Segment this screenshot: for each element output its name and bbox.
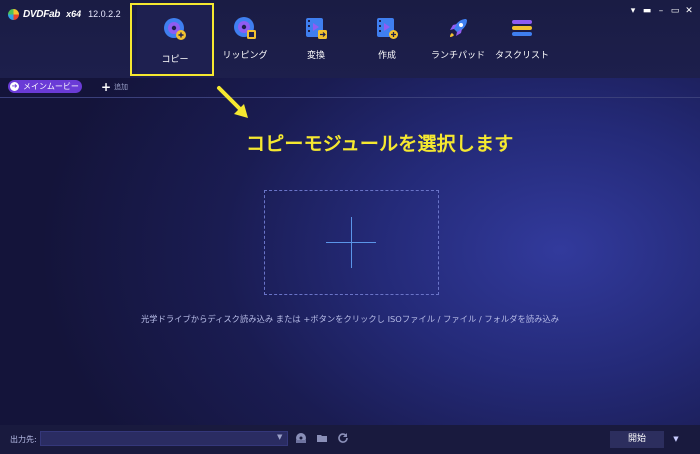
dvdfab-window: DVDFab x64 12.0.2.2 ▾ ▬ – ▭ ✕ コピー リッピング … <box>0 0 700 454</box>
module-tasklist-label: タスクリスト <box>494 51 549 61</box>
app-logo: DVDFab x64 12.0.2.2 <box>8 7 121 21</box>
main-movie-label: メインムービー <box>23 82 79 91</box>
annotation-arrow-icon <box>217 86 248 118</box>
app-version: 12.0.2.2 <box>88 9 121 19</box>
output-label: 出力先: <box>10 435 37 444</box>
add-label: 追加 <box>114 82 129 91</box>
module-copy[interactable]: コピー <box>137 3 213 78</box>
rocket-icon <box>450 19 467 37</box>
chevron-down-icon[interactable]: ▼ <box>277 433 282 441</box>
module-launchpad-label: ランチパッド <box>430 51 485 61</box>
plus-icon: + <box>101 79 112 94</box>
main-movie-button[interactable]: ➜ メインムービー <box>8 80 82 93</box>
iso-icon[interactable] <box>295 432 307 444</box>
module-convert[interactable]: 変換 <box>281 6 351 74</box>
module-ripping-label: リッピング <box>222 51 268 61</box>
drop-zone[interactable] <box>264 190 439 295</box>
arrow-right-icon: ➜ <box>10 82 19 91</box>
module-ripping[interactable]: リッピング <box>210 6 280 74</box>
add-button[interactable]: + 追加 <box>101 80 128 93</box>
chevron-down-icon[interactable]: ▼ <box>668 431 684 448</box>
film-convert-icon <box>306 18 327 39</box>
menu-icon[interactable]: ▾ <box>628 6 638 16</box>
app-arch: x64 <box>66 9 82 19</box>
module-create-label: 作成 <box>377 51 396 61</box>
folder-icon[interactable] <box>316 432 328 444</box>
drop-plus-icon-vertical <box>351 217 352 268</box>
disc-copy-icon <box>164 18 186 40</box>
drop-hint: 光学ドライブからディスク読み込み または +ボタンをクリックし ISOファイル … <box>140 314 560 324</box>
output-path-input[interactable] <box>40 431 288 446</box>
module-create[interactable]: 作成 <box>352 6 422 74</box>
annotation-text: コピーモジュールを選択します <box>246 133 514 155</box>
module-copy-label: コピー <box>161 55 189 65</box>
minimize-icon[interactable]: – <box>656 6 666 16</box>
start-button[interactable]: 開始 <box>610 431 664 448</box>
dvdfab-logo-icon <box>8 8 19 20</box>
module-tasklist[interactable]: タスクリスト <box>487 6 557 74</box>
window-controls: ▾ ▬ – ▭ ✕ <box>628 6 694 16</box>
bottom-bar: 出力先: ▼ 開始 ▼ <box>0 425 700 454</box>
task-list-icon <box>512 20 532 36</box>
disc-rip-icon <box>234 17 256 39</box>
module-convert-label: 変換 <box>306 51 325 61</box>
toolbar-divider <box>0 97 700 98</box>
app-name: DVDFab <box>23 8 61 20</box>
refresh-icon[interactable] <box>337 432 349 444</box>
film-create-icon <box>377 18 398 39</box>
maximize-icon[interactable]: ▭ <box>670 6 680 16</box>
module-launchpad[interactable]: ランチパッド <box>423 6 493 74</box>
top-bar: DVDFab x64 12.0.2.2 ▾ ▬ – ▭ ✕ コピー リッピング … <box>0 0 700 78</box>
close-icon[interactable]: ✕ <box>684 6 694 16</box>
mini-mode-icon[interactable]: ▬ <box>642 6 652 16</box>
